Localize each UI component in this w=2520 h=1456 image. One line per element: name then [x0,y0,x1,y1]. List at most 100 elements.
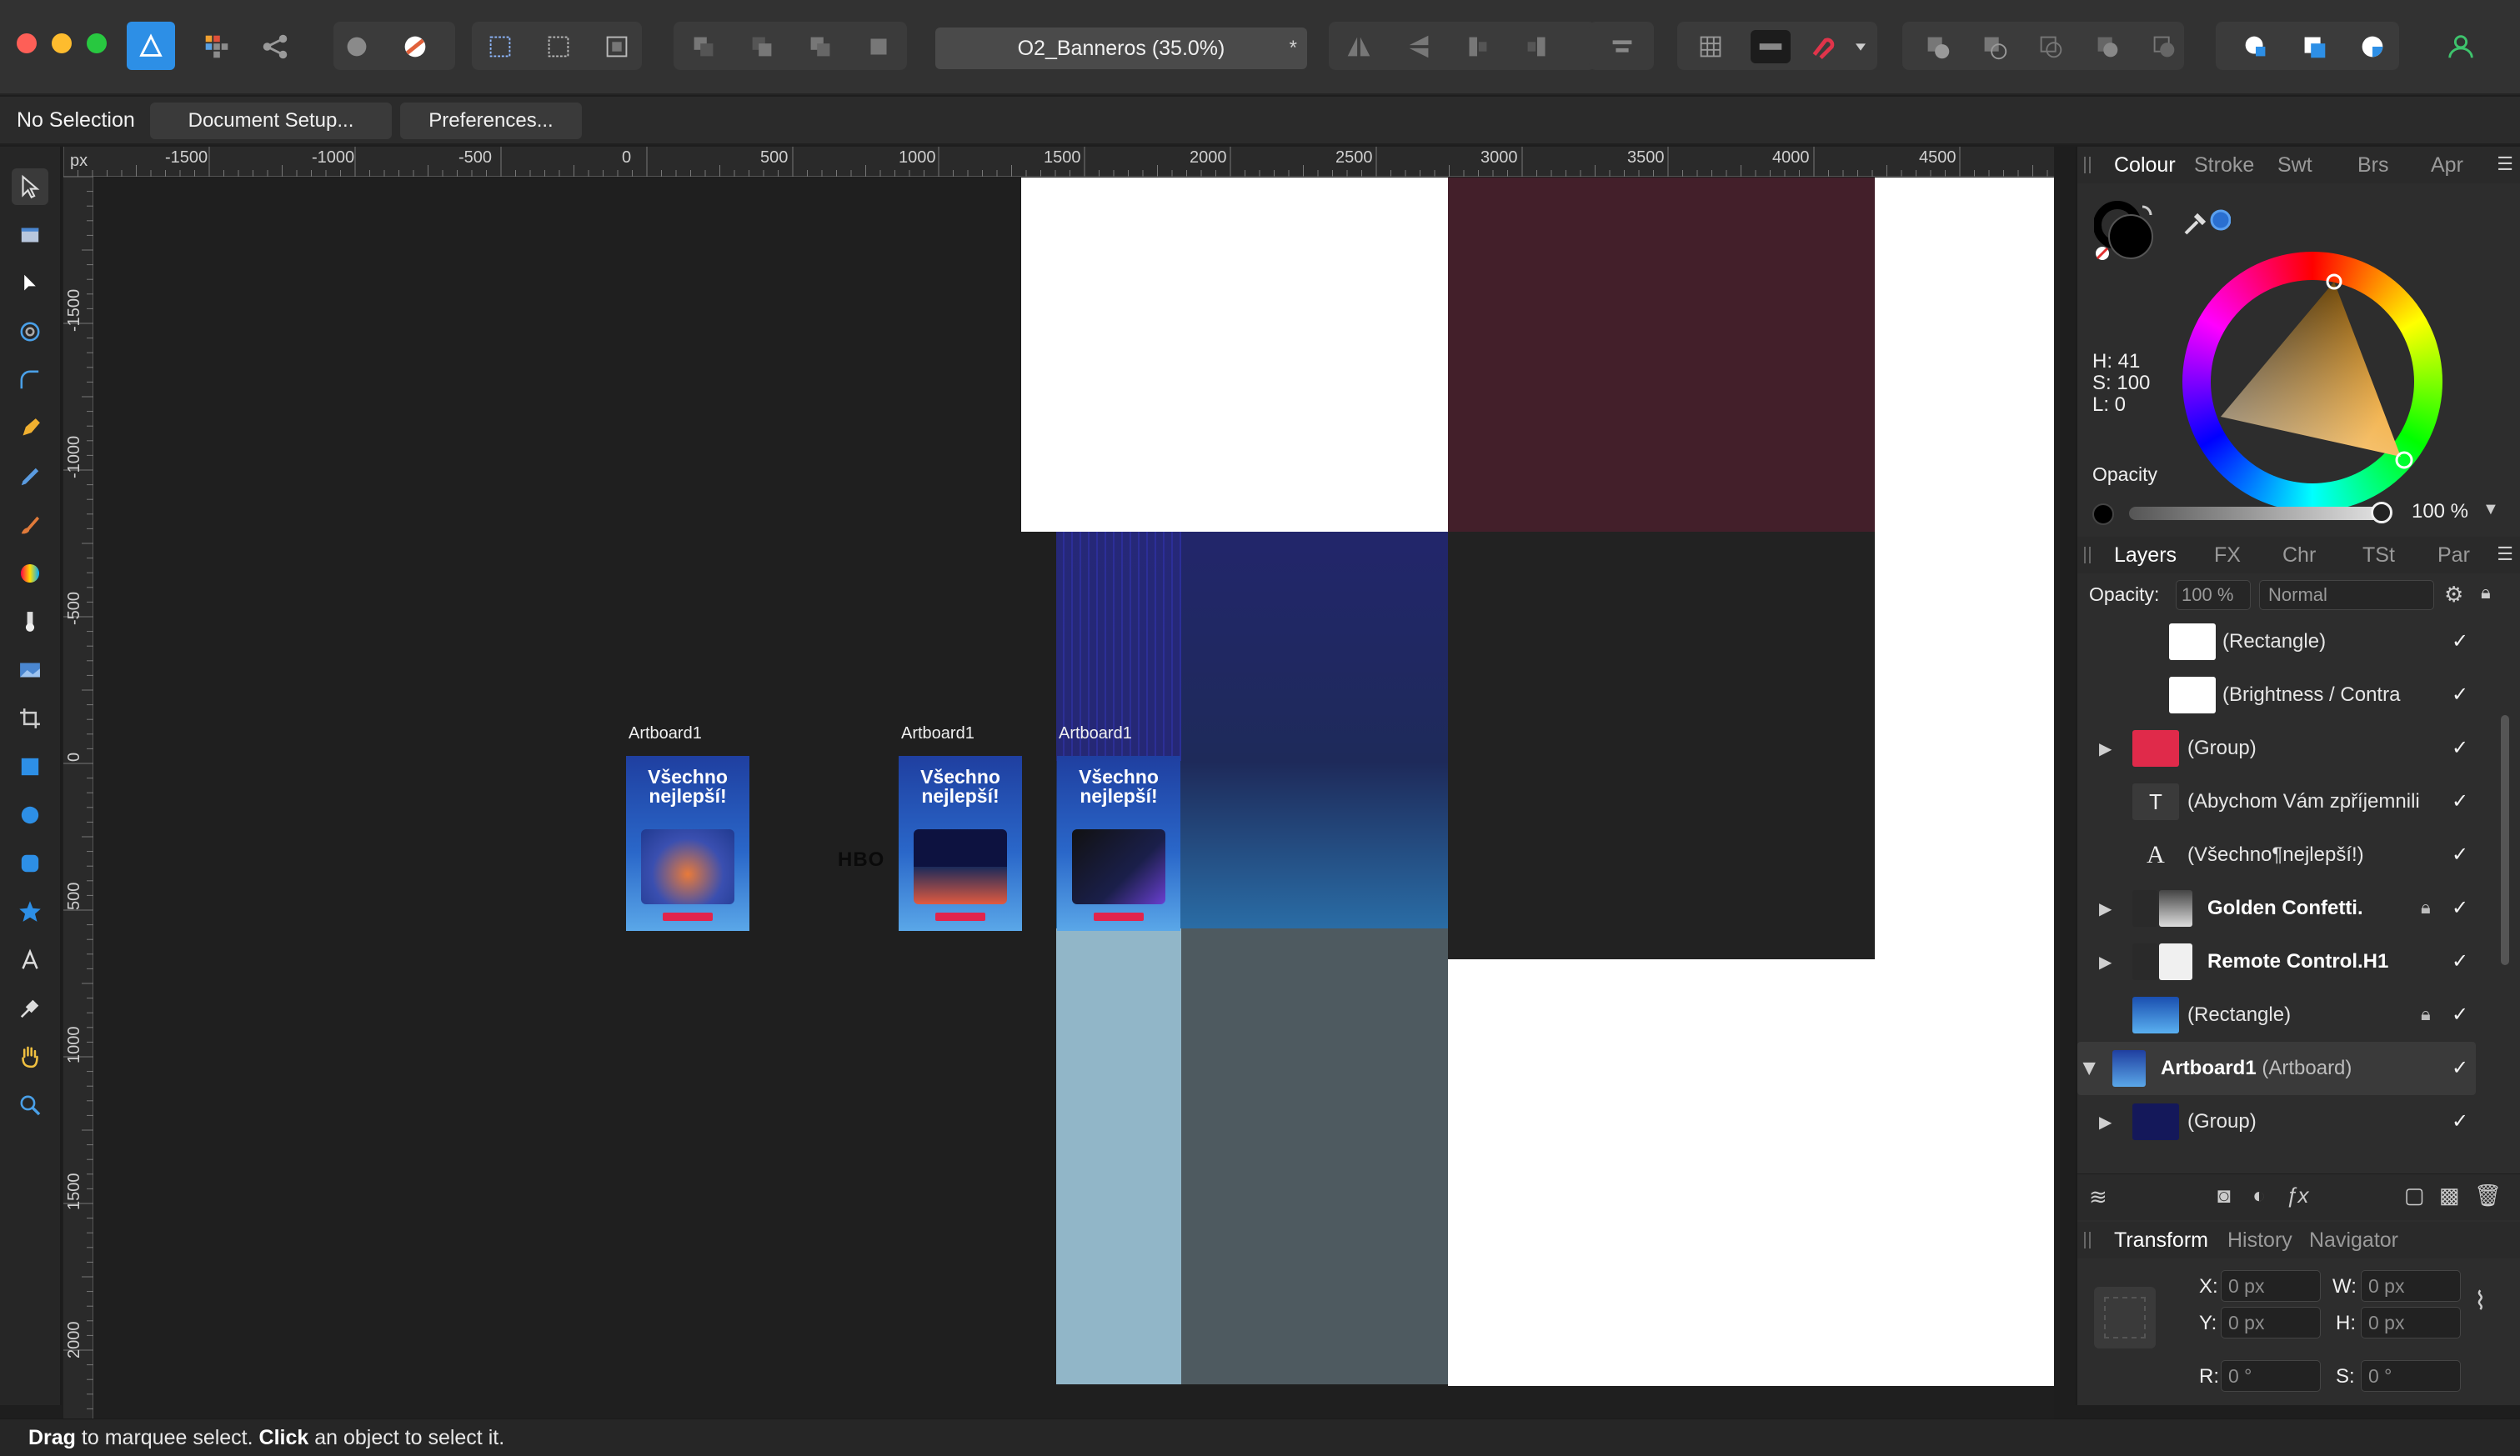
vector-brush-tool-icon[interactable] [12,507,48,543]
export-persona-icon[interactable] [258,30,292,63]
add-pixel-layer-icon[interactable]: ▩ [2439,1183,2460,1208]
zoom-window-button[interactable] [87,33,107,53]
zoom-tool-icon[interactable] [12,1087,48,1123]
panel-grip-icon[interactable] [2084,547,2091,563]
layer-row[interactable]: A (Všechno¶nejlepší!) ✓ [2077,828,2494,882]
white-artboard-region[interactable] [1021,178,1448,532]
layer-row[interactable]: ▶ (Group) ✓ [2077,722,2494,775]
force-pixel-alignment-icon[interactable] [398,30,432,63]
artboard-label[interactable]: Artboard1 [629,724,702,743]
maroon-artboard-region[interactable] [1448,178,1875,532]
visibility-checkbox[interactable]: ✓ [2444,1105,2476,1137]
tab-text-styles[interactable]: TSt [2362,543,2395,568]
flip-horizontal-icon[interactable] [1342,30,1375,63]
fill-tool-icon[interactable] [12,555,48,592]
snapping-guides-icon[interactable] [1751,30,1791,63]
expand-triangle-icon[interactable]: ▶ [2099,738,2112,759]
color-picker-tool-icon[interactable] [12,990,48,1027]
colour-triangle[interactable] [2182,252,2442,512]
layer-row-selected-artboard[interactable]: ▶ Artboard1 (Artboard) ✓ [2077,1042,2476,1095]
h-field[interactable]: 0 px [2361,1307,2461,1338]
panel-grip-icon[interactable] [2084,157,2091,173]
node-tool-icon[interactable] [12,265,48,302]
tab-appearance[interactable]: Apr [2431,153,2463,178]
tab-swatches[interactable]: Swt [2277,153,2312,178]
rotate-counterclockwise-icon[interactable] [1460,30,1494,63]
document-title-tab[interactable]: O2_Banneros (35.0%) * [935,28,1307,69]
expand-triangle-icon[interactable]: ▶ [2099,898,2112,919]
anchor-selector-icon[interactable] [2094,1287,2156,1348]
layers-scrollbar[interactable] [2501,715,2509,965]
divide-boolean-icon[interactable] [2147,30,2181,63]
layer-row[interactable]: (Rectangle) ✓ [2077,615,2494,668]
layers-stack-icon[interactable]: ≋ [2089,1184,2107,1210]
visibility-checkbox[interactable]: ✓ [2444,998,2476,1030]
tab-layers[interactable]: Layers [2114,543,2177,568]
star-tool-icon[interactable] [12,893,48,930]
artboard-banner-3[interactable]: Všechno nejlepší! [1057,756,1180,931]
move-to-front-icon[interactable] [862,30,895,63]
y-field[interactable]: 0 px [2221,1307,2321,1338]
tab-history[interactable]: History [2227,1228,2292,1253]
dark-artboard-region[interactable] [1448,532,1875,959]
vertical-ruler[interactable]: -1500 -1000 -500 0 500 1000 1500 2000 [63,177,93,1418]
tab-navigator[interactable]: Navigator [2309,1228,2398,1253]
expand-triangle-icon[interactable]: ▶ [2099,1112,2112,1133]
artboard-banner-1[interactable]: Všechno nejlepší! [626,756,749,931]
layer-row[interactable]: ▶ (Group) ✓ [2077,1095,2494,1148]
layer-opacity-field[interactable]: 100 % [2176,580,2251,610]
tab-effects[interactable]: FX [2214,543,2241,568]
ellipse-tool-icon[interactable] [12,797,48,833]
designer-persona-icon[interactable] [127,22,175,70]
place-image-tool-icon[interactable] [12,652,48,688]
lock-icon[interactable]: 🔒︎ [2421,897,2431,918]
insert-behind-icon[interactable] [2297,30,2331,63]
intersect-boolean-icon[interactable] [2034,30,2067,63]
isolation-mode-icon[interactable] [340,30,373,63]
pixel-persona-icon[interactable] [200,30,233,63]
adjustment-icon[interactable]: ◐ [2252,1183,2266,1208]
layer-row[interactable]: ▶ Golden Confetti. 🔒︎ ✓ [2077,882,2494,935]
horizontal-ruler[interactable]: -1500 -1000 -500 0 500 1000 1500 2000 25… [63,147,2054,177]
hbo-logo-text[interactable]: HBO [838,848,884,872]
contour-tool-icon[interactable] [12,313,48,350]
layer-settings-gear-icon[interactable]: ⚙ [2444,582,2463,608]
transparency-tool-icon[interactable] [12,603,48,640]
light-blue-region[interactable] [1056,928,1181,1384]
pencil-tool-icon[interactable] [12,458,48,495]
snapping-magnet-icon[interactable] [1806,30,1839,63]
crop-tool-icon[interactable] [12,700,48,737]
xor-boolean-icon[interactable] [2091,30,2124,63]
corner-tool-icon[interactable] [12,362,48,398]
move-to-back-icon[interactable] [687,30,720,63]
minimize-window-button[interactable] [52,33,72,53]
invert-selection-icon[interactable] [600,30,634,63]
opacity-slider-handle[interactable] [2371,502,2392,523]
document-setup-button[interactable]: Document Setup... [150,103,392,139]
select-none-icon[interactable] [542,30,575,63]
artboard-label[interactable]: Artboard1 [1059,724,1132,743]
visibility-checkbox[interactable]: ✓ [2444,625,2476,657]
shear-field[interactable]: 0 ° [2361,1360,2461,1392]
add-boolean-icon[interactable] [1921,30,1954,63]
rotate-clockwise-icon[interactable] [1521,30,1554,63]
rotation-field[interactable]: 0 ° [2221,1360,2321,1392]
opacity-dropdown-chevron-down-icon[interactable]: ▼ [2482,500,2499,519]
insert-inside-icon[interactable] [2239,30,2272,63]
layer-row[interactable]: ▶ Remote Control.H1 ✓ [2077,935,2494,988]
flip-vertical-icon[interactable] [1402,30,1435,63]
tab-paragraph[interactable]: Par [2437,543,2470,568]
rounded-rectangle-tool-icon[interactable] [12,845,48,882]
visibility-checkbox[interactable]: ✓ [2444,678,2476,710]
white-lower-region[interactable] [1448,959,1875,1386]
insert-top-icon[interactable] [2356,30,2389,63]
collapse-triangle-icon[interactable]: ▶ [2080,1063,2101,1075]
snapping-options-chevron-down-icon[interactable] [1851,30,1871,63]
add-layer-icon[interactable]: ▢ [2404,1183,2425,1208]
layer-row[interactable]: (Brightness / Contra ✓ [2077,668,2494,722]
tab-brushes[interactable]: Brs [2357,153,2389,178]
fill-stroke-swatch-icon[interactable] [2094,198,2169,265]
fx-icon[interactable]: ƒx [2286,1183,2308,1208]
visibility-checkbox[interactable]: ✓ [2444,838,2476,870]
opacity-slider[interactable] [2129,507,2379,520]
